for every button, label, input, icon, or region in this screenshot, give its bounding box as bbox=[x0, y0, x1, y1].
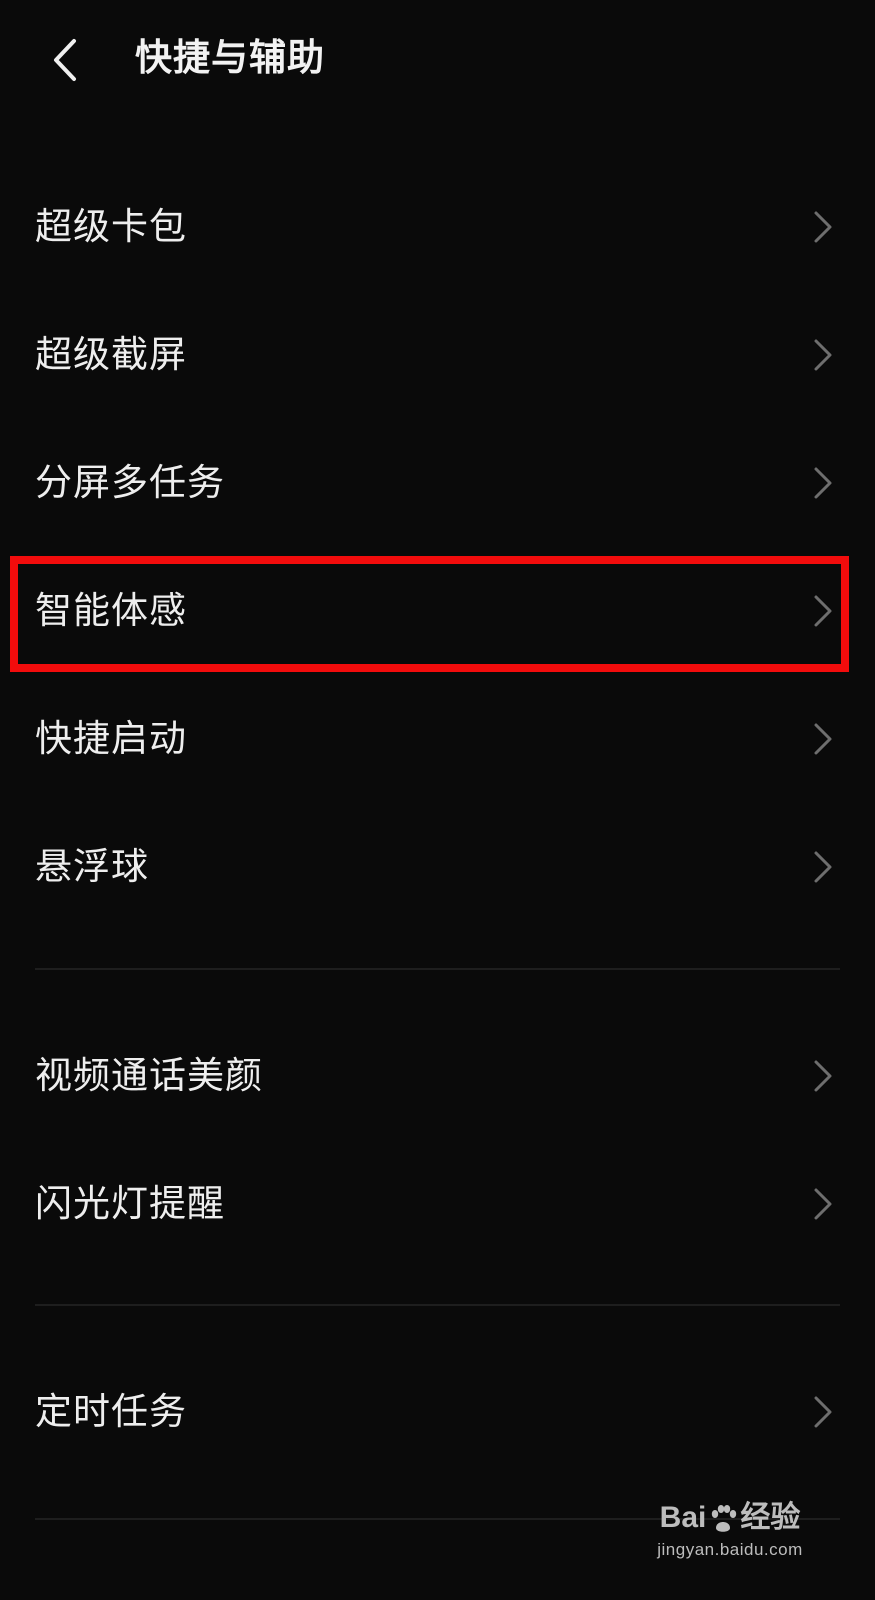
paw-icon bbox=[712, 1505, 737, 1532]
list-item-label: 超级截屏 bbox=[35, 333, 187, 376]
list-item-quick-launch[interactable]: 快捷启动 bbox=[0, 679, 875, 799]
list-item-label: 分屏多任务 bbox=[35, 461, 225, 504]
list-item-scheduled-tasks[interactable]: 定时任务 bbox=[0, 1352, 875, 1472]
chevron-right-icon bbox=[814, 467, 832, 499]
list-item-label: 快捷启动 bbox=[35, 717, 187, 760]
list-item-super-card-pack[interactable]: 超级卡包 bbox=[0, 167, 875, 287]
list-item-label: 视频通话美颜 bbox=[35, 1054, 263, 1097]
list-item-super-screenshot[interactable]: 超级截屏 bbox=[0, 295, 875, 415]
watermark-brand-right: 经验 bbox=[740, 1501, 801, 1534]
list-item-video-call-beauty[interactable]: 视频通话美颜 bbox=[0, 1016, 875, 1136]
chevron-right-icon bbox=[814, 595, 832, 627]
chevron-right-icon bbox=[814, 1060, 832, 1092]
watermark-brand-left: Bai bbox=[659, 1501, 707, 1534]
chevron-right-icon bbox=[814, 211, 832, 243]
chevron-right-icon bbox=[814, 1188, 832, 1220]
chevron-right-icon bbox=[814, 339, 832, 371]
list-item-label: 闪光灯提醒 bbox=[35, 1182, 225, 1225]
chevron-right-icon bbox=[814, 1396, 832, 1428]
watermark-logo: Bai 经验 bbox=[645, 1498, 815, 1538]
list-item-label: 悬浮球 bbox=[35, 845, 149, 888]
list-item-split-screen-multitask[interactable]: 分屏多任务 bbox=[0, 423, 875, 543]
chevron-right-icon bbox=[814, 723, 832, 755]
list-item-label: 定时任务 bbox=[35, 1390, 187, 1433]
list-item-floating-ball[interactable]: 悬浮球 bbox=[0, 807, 875, 927]
chevron-left-icon bbox=[54, 39, 76, 81]
header-bar: 快捷与辅助 bbox=[0, 0, 875, 120]
watermark-url: jingyan.baidu.com bbox=[657, 1540, 803, 1559]
list-item-label: 智能体感 bbox=[35, 589, 187, 632]
list-item-flash-reminder[interactable]: 闪光灯提醒 bbox=[0, 1144, 875, 1264]
baidu-jingyan-watermark: Bai 经验 jingyan.baidu.com bbox=[645, 1498, 815, 1578]
list-item-smart-motion[interactable]: 智能体感 bbox=[0, 551, 875, 671]
back-button[interactable] bbox=[40, 32, 90, 88]
page-title: 快捷与辅助 bbox=[135, 36, 325, 79]
section-divider bbox=[35, 968, 840, 970]
section-divider bbox=[35, 1304, 840, 1306]
list-item-label: 超级卡包 bbox=[35, 205, 187, 248]
chevron-right-icon bbox=[814, 851, 832, 883]
